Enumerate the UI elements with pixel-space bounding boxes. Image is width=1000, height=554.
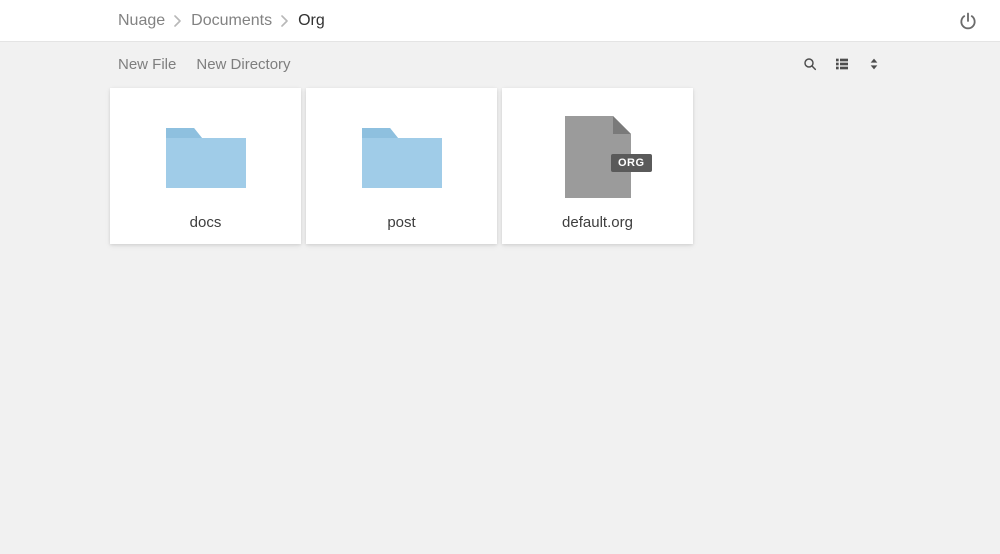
file-name-label: docs xyxy=(190,214,222,231)
new-directory-button[interactable]: New Directory xyxy=(196,56,290,73)
breadcrumb-item-documents[interactable]: Documents xyxy=(191,12,272,30)
power-button[interactable] xyxy=(958,11,978,31)
list-view-icon[interactable] xyxy=(834,56,850,72)
toolbar-left: New File New Directory xyxy=(118,56,291,73)
breadcrumb: Nuage Documents Org xyxy=(118,12,325,30)
folder-icon xyxy=(164,116,248,198)
toolbar: New File New Directory xyxy=(0,42,1000,86)
file-name-label: post xyxy=(387,214,415,231)
chevron-right-icon xyxy=(281,15,289,27)
file-extension-badge: ORG xyxy=(611,154,652,172)
sort-icon[interactable] xyxy=(866,56,882,72)
folder-card[interactable]: post xyxy=(306,88,497,244)
folder-icon xyxy=(360,116,444,198)
chevron-right-icon xyxy=(174,15,182,27)
search-icon[interactable] xyxy=(802,56,818,72)
toolbar-right xyxy=(802,56,882,72)
top-header: Nuage Documents Org xyxy=(0,0,1000,42)
file-icon: ORG xyxy=(556,116,640,198)
breadcrumb-item-root[interactable]: Nuage xyxy=(118,12,165,30)
folder-card[interactable]: docs xyxy=(110,88,301,244)
new-file-button[interactable]: New File xyxy=(118,56,176,73)
file-card[interactable]: ORG default.org xyxy=(502,88,693,244)
breadcrumb-item-current: Org xyxy=(298,12,325,30)
file-grid: docs post ORG default.org xyxy=(0,86,1000,244)
file-name-label: default.org xyxy=(562,214,633,231)
